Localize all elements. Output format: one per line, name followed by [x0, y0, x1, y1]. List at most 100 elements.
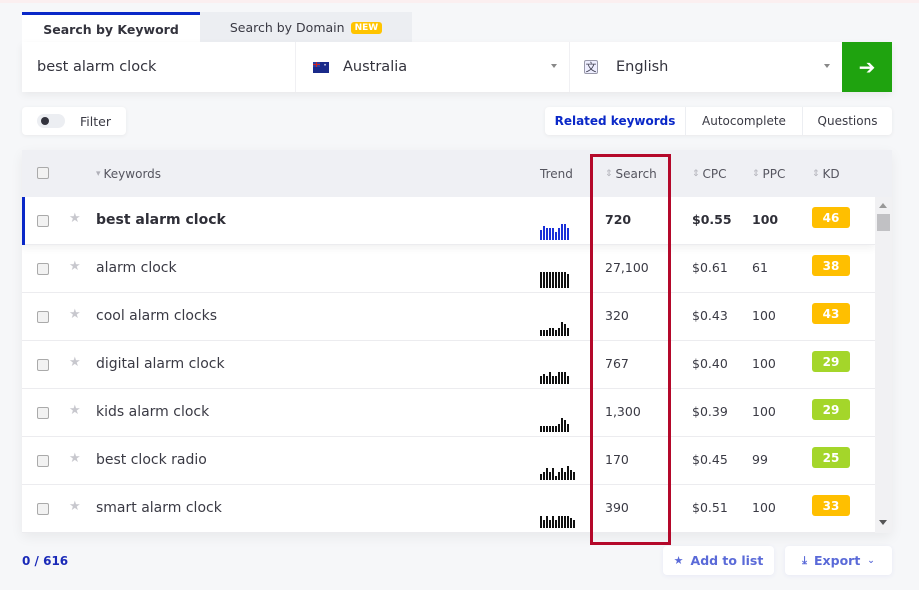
keyword-cell[interactable]: smart alarm clock [96, 500, 222, 516]
filter-toggle[interactable]: Filter [22, 107, 126, 135]
button-label: Add to list [690, 553, 764, 568]
trend-bar [564, 324, 566, 336]
search-volume-cell: 720 [605, 212, 632, 227]
toggle-switch[interactable] [37, 114, 65, 128]
table-row[interactable]: ★ kids alarm clock 1,300 $0.39 100 29 [22, 389, 875, 437]
trend-bar [564, 372, 566, 384]
trend-bar [567, 466, 569, 480]
trend-sparkline [540, 271, 582, 288]
column-cpc[interactable]: ⇕ CPC [692, 167, 727, 181]
row-checkbox[interactable] [37, 215, 49, 227]
column-label: Keywords [103, 167, 162, 181]
trend-bar [558, 424, 560, 432]
checkbox[interactable] [37, 167, 49, 179]
trend-bar [540, 426, 542, 432]
country-value: Australia [343, 59, 408, 75]
language-select[interactable]: 文 English [569, 42, 842, 92]
select-all-checkbox[interactable] [37, 167, 49, 179]
trend-bar [546, 228, 548, 240]
table-row[interactable]: ★ alarm clock 27,100 $0.61 61 38 [22, 245, 875, 293]
trend-bar [561, 322, 563, 336]
tab-label: Search by Domain [229, 20, 345, 35]
trend-bar [564, 516, 566, 528]
star-icon[interactable]: ★ [69, 307, 81, 322]
trend-bar [540, 376, 542, 384]
row-checkbox[interactable] [37, 359, 49, 371]
row-checkbox[interactable] [37, 407, 49, 419]
table-row[interactable]: ★ digital alarm clock 767 $0.40 100 29 [22, 341, 875, 389]
row-checkbox[interactable] [37, 455, 49, 467]
table-row[interactable]: ★ best clock radio 170 $0.45 99 25 [22, 437, 875, 485]
trend-bar [567, 516, 569, 528]
tab-questions[interactable]: Questions [802, 107, 892, 135]
table-row[interactable]: ★ smart alarm clock 390 $0.51 100 33 [22, 485, 875, 533]
country-select[interactable]: Australia [295, 42, 569, 92]
star-icon[interactable]: ★ [69, 499, 81, 514]
search-submit-button[interactable]: ➔ [842, 42, 892, 92]
trend-bar [564, 472, 566, 480]
keyword-cell[interactable]: best clock radio [96, 452, 207, 468]
star-icon[interactable]: ★ [69, 259, 81, 274]
trend-bar [561, 418, 563, 432]
trend-bar [555, 520, 557, 528]
table-body: ★ best alarm clock 720 $0.55 100 46 ★ al… [22, 197, 875, 533]
column-search[interactable]: ⇕ Search [605, 167, 657, 181]
kd-badge: 33 [812, 495, 850, 516]
table-row[interactable]: ★ cool alarm clocks 320 $0.43 100 43 [22, 293, 875, 341]
trend-bar [552, 516, 554, 528]
keyword-cell[interactable]: best alarm clock [96, 212, 226, 228]
column-kd[interactable]: ⇕ KD [812, 167, 840, 181]
trend-bar [564, 420, 566, 432]
ppc-cell: 61 [752, 260, 768, 275]
ppc-cell: 100 [752, 404, 776, 419]
row-checkbox[interactable] [37, 263, 49, 275]
column-ppc[interactable]: ⇕ PPC [752, 167, 785, 181]
chevron-down-icon [824, 64, 830, 68]
trend-bar [543, 330, 545, 336]
trend-bar [573, 472, 575, 480]
tab-search-by-domain[interactable]: Search by Domain NEW [200, 12, 412, 43]
kd-badge: 25 [812, 447, 850, 468]
column-label: PPC [762, 167, 786, 181]
cpc-cell: $0.51 [692, 500, 728, 515]
export-button[interactable]: ⤓ Export ⌄ [785, 546, 892, 575]
trend-bar [558, 372, 560, 384]
trend-sparkline [540, 319, 582, 336]
cpc-cell: $0.55 [692, 212, 732, 227]
star-icon[interactable]: ★ [69, 355, 81, 370]
trend-bar [570, 518, 572, 528]
keyword-cell[interactable]: alarm clock [96, 260, 177, 276]
keyword-cell[interactable]: kids alarm clock [96, 404, 209, 420]
tab-autocomplete[interactable]: Autocomplete [685, 107, 802, 135]
row-checkbox[interactable] [37, 503, 49, 515]
star-icon[interactable]: ★ [69, 403, 81, 418]
star-icon[interactable]: ★ [69, 211, 81, 226]
add-to-list-button[interactable]: ★ Add to list [663, 546, 774, 575]
column-label: Search [615, 167, 657, 181]
new-badge: NEW [350, 21, 383, 34]
keyword-cell[interactable]: cool alarm clocks [96, 308, 217, 324]
trend-sparkline [540, 511, 582, 528]
row-checkbox[interactable] [37, 311, 49, 323]
star-icon[interactable]: ★ [69, 451, 81, 466]
trend-bar [555, 232, 557, 240]
scroll-down-icon[interactable] [879, 520, 887, 525]
column-keywords[interactable]: ▾ Keywords [96, 167, 161, 181]
trend-bar [552, 228, 554, 240]
kd-badge: 43 [812, 303, 850, 324]
tab-related-keywords[interactable]: Related keywords [545, 107, 685, 135]
trend-bar [552, 468, 554, 480]
scrollbar[interactable] [875, 197, 892, 533]
chevron-down-icon: ⌄ [867, 555, 875, 566]
scroll-thumb[interactable] [877, 214, 890, 231]
keyword-input[interactable] [22, 42, 295, 92]
search-bar: Australia 文 English ➔ [22, 42, 892, 92]
keyword-cell[interactable]: digital alarm clock [96, 356, 225, 372]
trend-bar [543, 272, 545, 288]
trend-bar [567, 376, 569, 384]
table-row[interactable]: ★ best alarm clock 720 $0.55 100 46 [22, 197, 875, 245]
scroll-up-icon[interactable] [879, 203, 887, 208]
ppc-cell: 99 [752, 452, 768, 467]
selection-count: 0 / 616 [22, 554, 69, 568]
tab-search-by-keyword[interactable]: Search by Keyword [22, 12, 200, 43]
